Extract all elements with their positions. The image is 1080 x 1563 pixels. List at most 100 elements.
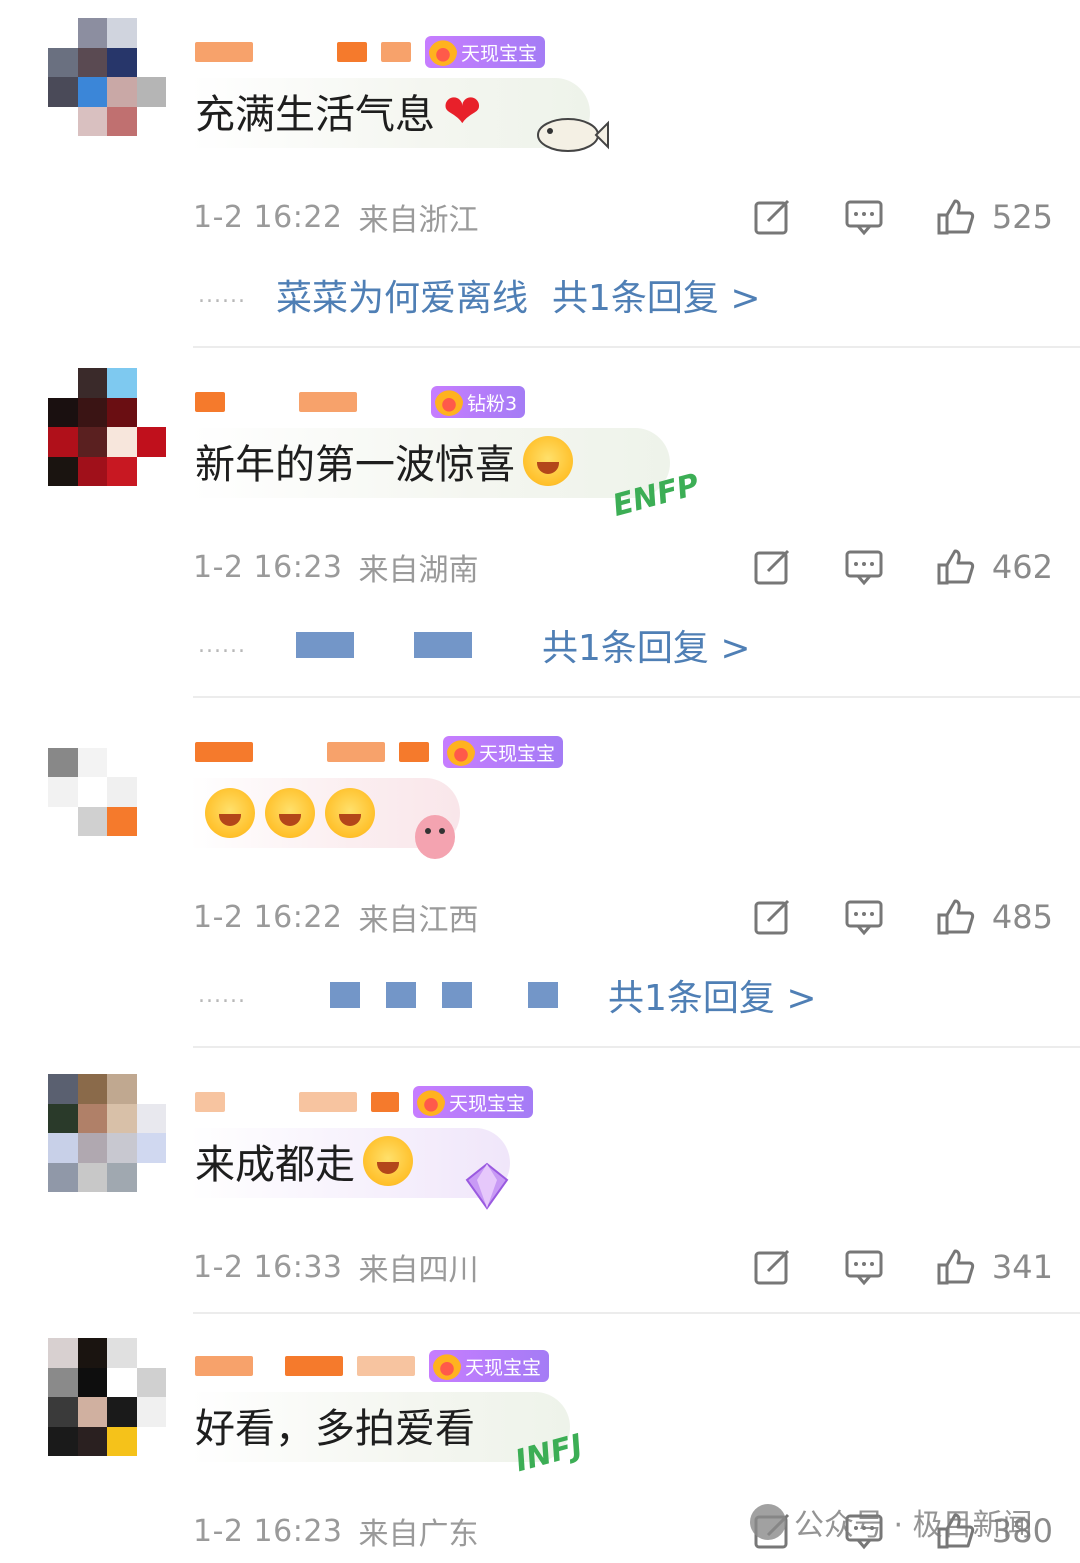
- username-row[interactable]: 钻粉3: [195, 382, 526, 422]
- username-blurred[interactable]: [327, 742, 385, 762]
- username-blurred[interactable]: [371, 1092, 399, 1112]
- diamond-sticker-icon: [465, 1162, 509, 1210]
- username-blurred[interactable]: [381, 42, 411, 62]
- reply-summary[interactable]: ...... 共1条回复 >: [198, 970, 816, 1020]
- comment-time: 1-2 16:33: [193, 1249, 343, 1285]
- comment-meta: 1-2 16:22 来自江西 485: [193, 892, 1053, 942]
- username-row[interactable]: 天现宝宝: [195, 1082, 534, 1122]
- share-icon[interactable]: [752, 197, 792, 237]
- wechat-icon: [750, 1504, 786, 1540]
- comment-location: 来自湖南: [358, 553, 479, 588]
- badge-label: 天现宝宝: [479, 742, 556, 765]
- watermark-text: 公众号 · 极目新闻: [794, 1508, 1033, 1543]
- avatar[interactable]: [48, 718, 166, 836]
- avatar[interactable]: [48, 368, 166, 486]
- fan-badge: 天现宝宝: [413, 1086, 534, 1118]
- watermark: 公众号 · 极目新闻: [750, 1500, 1033, 1544]
- username-blurred[interactable]: [195, 1092, 225, 1112]
- reply-username-blurred[interactable]: [441, 982, 472, 1008]
- comment-actions: 462: [700, 542, 1053, 592]
- thumbs-up-icon[interactable]: [936, 197, 976, 237]
- like-count: 341: [991, 1248, 1053, 1286]
- username-blurred[interactable]: [195, 742, 253, 762]
- thumbs-up-icon[interactable]: [936, 1247, 976, 1287]
- comment-body: 好看，多拍爱看: [195, 1406, 475, 1452]
- reply-dots: ......: [198, 982, 246, 1008]
- flower-emoji-icon: [363, 1136, 413, 1186]
- fan-badge: 天现宝宝: [425, 36, 546, 68]
- comment-time: 1-2 16:23: [193, 1513, 343, 1549]
- comment-text[interactable]: 好看，多拍爱看: [195, 1396, 475, 1454]
- reply-username-blurred[interactable]: [385, 982, 416, 1008]
- share-icon[interactable]: [752, 897, 792, 937]
- hug-emoji-icon: [523, 436, 573, 486]
- username-blurred[interactable]: [299, 392, 357, 412]
- thumbs-up-icon[interactable]: [936, 897, 976, 937]
- divider: [193, 346, 1080, 348]
- comment-text[interactable]: 充满生活气息 ❤: [195, 82, 482, 140]
- reply-count-link[interactable]: 共1条回复 >: [542, 619, 751, 671]
- heart-eyes-emoji-icon: [325, 788, 375, 838]
- comment-actions: 525: [700, 192, 1053, 242]
- comment-meta: 1-2 16:23 来自湖南 462: [193, 542, 1053, 592]
- reply-username-blurred[interactable]: [295, 632, 354, 658]
- reply-count-link[interactable]: 共1条回复 >: [608, 969, 817, 1021]
- crown-icon: [417, 1088, 445, 1116]
- comment-time: 1-2 16:23: [193, 549, 343, 585]
- comment-meta: 1-2 16:33 来自四川 341: [193, 1242, 1053, 1292]
- heart-emoji-icon: ❤: [443, 84, 482, 138]
- reply-username-blurred[interactable]: [329, 982, 360, 1008]
- comment-text[interactable]: 来成都走: [195, 1132, 413, 1190]
- reply-summary[interactable]: ...... 共1条回复 >: [198, 620, 750, 670]
- username-blurred[interactable]: [195, 392, 225, 412]
- reply-username-blurred[interactable]: [413, 632, 472, 658]
- comment-location: 来自浙江: [358, 203, 479, 238]
- reply-count-link[interactable]: 共1条回复 >: [552, 269, 761, 321]
- comment-body: 新年的第一波惊喜: [195, 442, 515, 488]
- crown-icon: [447, 738, 475, 766]
- comment-text[interactable]: 新年的第一波惊喜: [195, 432, 573, 490]
- like-count: 462: [991, 548, 1053, 586]
- badge-label: 天现宝宝: [465, 1356, 542, 1379]
- username-blurred[interactable]: [195, 42, 253, 62]
- avatar[interactable]: [48, 1338, 166, 1456]
- thumbs-up-icon[interactable]: [936, 547, 976, 587]
- comment-actions: 485: [700, 892, 1053, 942]
- crown-icon: [433, 1352, 461, 1380]
- comment-icon[interactable]: [844, 197, 884, 237]
- comment-text[interactable]: [195, 788, 375, 838]
- badge-label: 天现宝宝: [449, 1092, 526, 1115]
- comment-body: 充满生活气息: [195, 92, 435, 138]
- username-blurred[interactable]: [285, 1356, 343, 1376]
- avatar[interactable]: [48, 18, 166, 136]
- reply-summary[interactable]: ...... 菜菜为何爱离线 共1条回复 >: [198, 270, 761, 320]
- username-row[interactable]: 天现宝宝: [195, 32, 546, 72]
- avatar[interactable]: [48, 1074, 166, 1192]
- share-icon[interactable]: [752, 547, 792, 587]
- username-blurred[interactable]: [299, 1092, 357, 1112]
- comment-body: 来成都走: [195, 1142, 355, 1188]
- username-blurred[interactable]: [195, 1356, 253, 1376]
- like-count: 485: [991, 898, 1053, 936]
- comment-icon[interactable]: [844, 897, 884, 937]
- username-row[interactable]: 天现宝宝: [195, 1346, 550, 1386]
- username-blurred[interactable]: [399, 742, 429, 762]
- comment-time: 1-2 16:22: [193, 899, 343, 935]
- username-blurred[interactable]: [357, 1356, 415, 1376]
- comment-actions: 341: [700, 1242, 1053, 1292]
- fan-badge: 钻粉3: [431, 386, 526, 418]
- username-row[interactable]: 天现宝宝: [195, 732, 564, 772]
- reply-username-blurred[interactable]: [527, 982, 558, 1008]
- comment-icon[interactable]: [844, 1247, 884, 1287]
- comment-icon[interactable]: [844, 547, 884, 587]
- fish-sticker-icon: [537, 118, 609, 152]
- share-icon[interactable]: [752, 1247, 792, 1287]
- crown-icon: [435, 388, 463, 416]
- comment-time: 1-2 16:22: [193, 199, 343, 235]
- crown-icon: [429, 38, 457, 66]
- divider: [193, 1046, 1080, 1048]
- username-blurred[interactable]: [337, 42, 367, 62]
- divider: [193, 1312, 1080, 1314]
- reply-dots: ......: [198, 632, 246, 658]
- reply-username[interactable]: 菜菜为何爱离线: [276, 269, 528, 321]
